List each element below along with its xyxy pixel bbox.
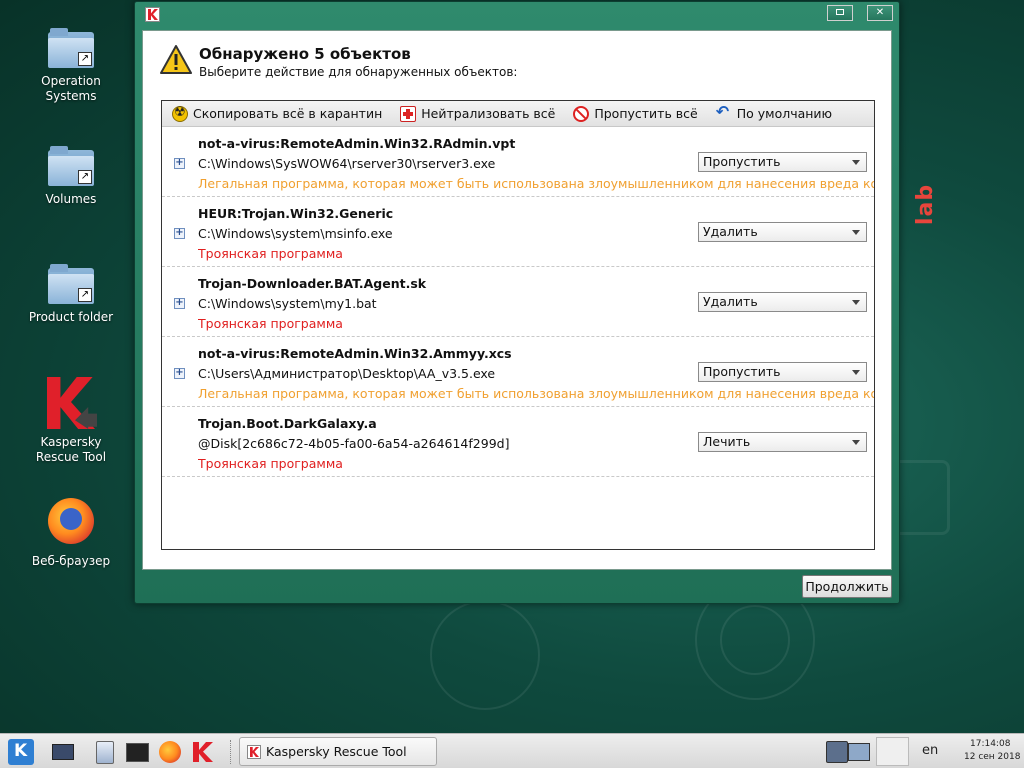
kaspersky-icon	[247, 745, 261, 759]
action-dropdown-value: Удалить	[703, 294, 758, 309]
desktop-icon-label: Kaspersky Rescue Tool	[35, 435, 107, 464]
quarantine-all-button[interactable]: Скопировать всё в карантин	[172, 105, 383, 122]
wallpaper-circle	[430, 600, 540, 710]
task-kaspersky-rescue-tool[interactable]: Kaspersky Rescue Tool	[239, 737, 437, 766]
skip-all-button[interactable]: Пропустить всё	[573, 105, 698, 122]
default-label: По умолчанию	[736, 106, 833, 121]
quarantine-all-label: Скопировать всё в карантин	[193, 106, 383, 121]
threat-description: Легальная программа, которая может быть …	[198, 176, 874, 191]
action-dropdown[interactable]: Пропустить	[698, 152, 867, 172]
close-button[interactable]: ✕	[867, 5, 893, 21]
threat-row: + not-a-virus:RemoteAdmin.Win32.Ammyy.xc…	[162, 337, 874, 407]
folder-link-icon: ↗	[48, 264, 94, 304]
action-dropdown-value: Удалить	[703, 224, 758, 239]
terminal-icon[interactable]	[124, 739, 150, 765]
threat-name: HEUR:Trojan.Win32.Generic	[198, 206, 394, 221]
quarantine-icon	[172, 105, 188, 122]
action-dropdown-value: Пропустить	[703, 364, 781, 379]
desktop-icon-label: Product folder	[28, 310, 114, 324]
network-tray-icon[interactable]	[826, 739, 872, 765]
chevron-down-icon	[852, 370, 860, 375]
taskbar-separator	[230, 740, 232, 764]
expand-icon[interactable]: +	[174, 298, 185, 309]
default-button[interactable]: По умолчанию	[716, 102, 833, 122]
desktop-icon-label: Веб-браузер	[31, 554, 111, 568]
first-aid-icon	[400, 105, 417, 122]
dialog-client-area: Обнаружено 5 объектов Выберите действие …	[142, 30, 892, 570]
threat-row: + not-a-virus:RemoteAdmin.Win32.RAdmin.v…	[162, 127, 874, 197]
wallpaper-circle	[720, 605, 790, 675]
threats-dialog-window: ✕ Обнаружено 5 объектов Выберите действи…	[134, 1, 900, 604]
threat-name: Trojan-Downloader.BAT.Agent.sk	[198, 276, 427, 291]
system-monitor-icon[interactable]	[50, 739, 76, 765]
wallpaper-logo: lab	[913, 183, 939, 226]
threat-name: not-a-virus:RemoteAdmin.Win32.RAdmin.vpt	[198, 136, 516, 151]
threat-path: C:\Users\Администратор\Desktop\AA_v3.5.e…	[198, 366, 496, 381]
threats-list: Скопировать всё в карантин Нейтрализоват…	[161, 100, 875, 550]
action-dropdown[interactable]: Пропустить	[698, 362, 867, 382]
keyboard-layout-indicator[interactable]: en	[922, 743, 938, 758]
desktop-icon-web-browser[interactable]: Веб-браузер	[21, 498, 121, 569]
kde-menu-icon[interactable]	[8, 739, 34, 765]
taskbar: Kaspersky Rescue Tool en 17:14:08 12 сен…	[0, 733, 1024, 768]
threats-toolbar: Скопировать всё в карантин Нейтрализоват…	[162, 101, 874, 127]
action-dropdown[interactable]: Лечить	[698, 432, 867, 452]
desktop-icon-operation-systems[interactable]: ↗ Operation Systems	[21, 28, 121, 104]
threat-path: C:\Windows\system\msinfo.exe	[198, 226, 393, 241]
kaspersky-icon	[145, 7, 160, 22]
action-dropdown[interactable]: Удалить	[698, 292, 867, 312]
dialog-subheading: Выберите действие для обнаруженных объек…	[199, 65, 518, 79]
clock-date[interactable]: 12 сен 2018	[964, 752, 1020, 762]
clock-time[interactable]: 17:14:08	[970, 739, 1010, 749]
undo-arrow-icon	[716, 102, 732, 122]
threat-row: Trojan.Boot.DarkGalaxy.a @Disk[2c686c72-…	[162, 407, 874, 477]
threat-name: not-a-virus:RemoteAdmin.Win32.Ammyy.xcs	[198, 346, 512, 361]
chevron-down-icon	[852, 300, 860, 305]
threat-row: + HEUR:Trojan.Win32.Generic C:\Windows\s…	[162, 197, 874, 267]
desktop-icon-label: Volumes	[45, 192, 97, 206]
expand-icon[interactable]: +	[174, 158, 185, 169]
chevron-down-icon	[852, 440, 860, 445]
action-dropdown[interactable]: Удалить	[698, 222, 867, 242]
desktop-icon-kaspersky-rescue-tool[interactable]: Kaspersky Rescue Tool	[21, 377, 121, 465]
folder-link-icon: ↗	[48, 28, 94, 68]
file-manager-icon[interactable]	[92, 739, 118, 765]
task-label: Kaspersky Rescue Tool	[266, 744, 407, 759]
kaspersky-icon[interactable]	[190, 739, 216, 765]
threat-description: Троянская программа	[198, 246, 343, 261]
action-dropdown-value: Лечить	[703, 434, 751, 449]
threat-row: + Trojan-Downloader.BAT.Agent.sk C:\Wind…	[162, 267, 874, 337]
skip-all-label: Пропустить всё	[594, 106, 698, 121]
continue-button[interactable]: Продолжить	[802, 575, 892, 598]
chevron-down-icon	[852, 230, 860, 235]
threat-name: Trojan.Boot.DarkGalaxy.a	[198, 416, 377, 431]
disinfect-all-label: Нейтрализовать всё	[421, 106, 556, 121]
disinfect-all-button[interactable]: Нейтрализовать всё	[400, 105, 556, 122]
desktop-icon-volumes[interactable]: ↗ Volumes	[21, 146, 121, 207]
expand-icon[interactable]: +	[174, 368, 185, 379]
threat-path: C:\Windows\system\my1.bat	[198, 296, 377, 311]
desktop-icon-label: Operation Systems	[41, 74, 101, 103]
threat-description: Троянская программа	[198, 316, 343, 331]
chevron-down-icon	[852, 160, 860, 165]
dialog-heading: Обнаружено 5 объектов	[199, 45, 411, 63]
no-entry-icon	[573, 105, 590, 122]
kaspersky-icon	[45, 377, 97, 429]
action-dropdown-value: Пропустить	[703, 154, 781, 169]
warning-icon	[160, 45, 192, 74]
minimize-button[interactable]	[827, 5, 853, 21]
threat-description: Легальная программа, которая может быть …	[198, 386, 874, 401]
firefox-icon[interactable]	[157, 739, 183, 765]
threat-path: C:\Windows\SysWOW64\rserver30\rserver3.e…	[198, 156, 496, 171]
firefox-icon	[48, 498, 94, 544]
tray-empty-slot[interactable]	[876, 737, 909, 766]
folder-link-icon: ↗	[48, 146, 94, 186]
desktop-icon-product-folder[interactable]: ↗ Product folder	[21, 264, 121, 325]
threat-description: Троянская программа	[198, 456, 343, 471]
expand-icon[interactable]: +	[174, 228, 185, 239]
threat-path: @Disk[2c686c72-4b05-fa00-6a54-a264614f29…	[198, 436, 510, 451]
